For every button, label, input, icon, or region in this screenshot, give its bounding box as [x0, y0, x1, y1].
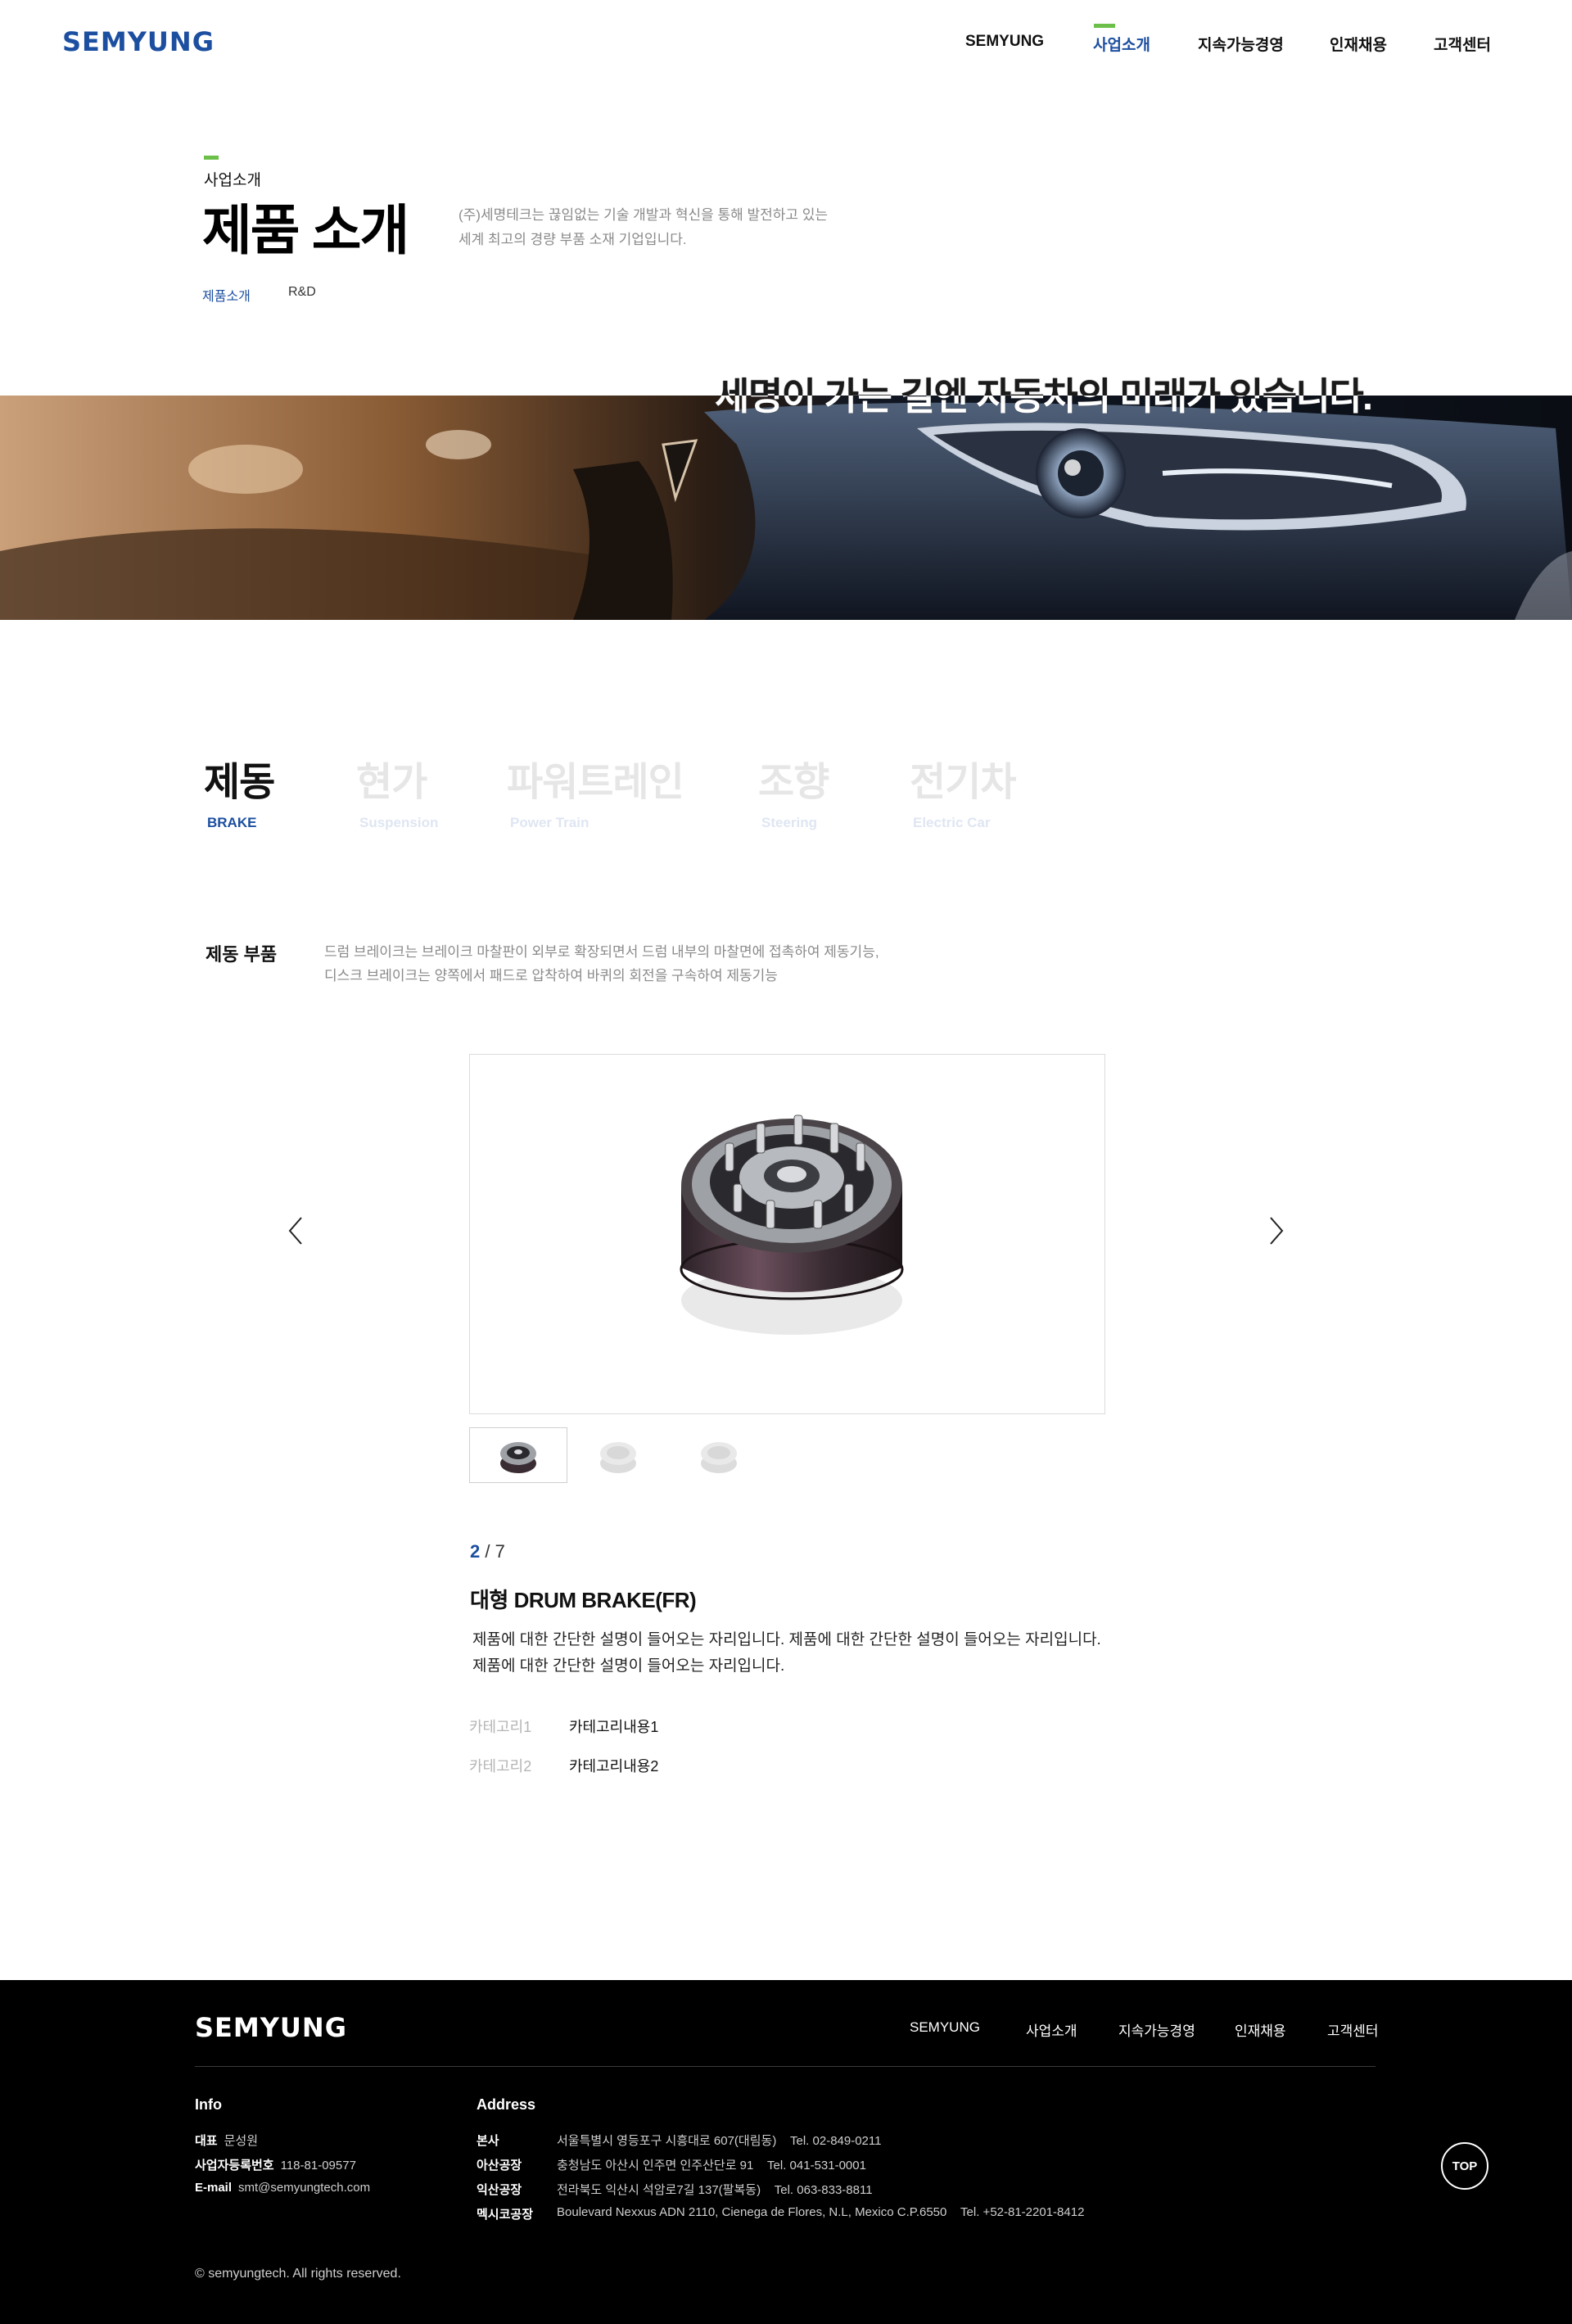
page-title: 제품 소개 [202, 200, 409, 260]
spec-label: 카테고리1 [469, 1719, 532, 1735]
nav-item-recruit[interactable]: 인재채용 [1330, 33, 1387, 55]
category-tab-en: BRAKE [207, 815, 257, 830]
copyright: © semyungtech. All rights reserved. [195, 2267, 401, 2281]
footer-info-title: Info [195, 2096, 222, 2113]
spec-label: 카테고리2 [469, 1758, 532, 1775]
footer-email: E-mail smt@semyungtech.com [195, 2181, 370, 2195]
eyebrow-accent [204, 156, 219, 160]
hero-banner [0, 396, 1572, 620]
subtab-products[interactable]: 제품소개 [202, 285, 251, 305]
category-tab-brake[interactable]: 제동 BRAKE [204, 749, 275, 831]
car-headlight-image [0, 396, 1572, 620]
category-tab-powertrain[interactable]: 파워트레인 Power Train [507, 749, 684, 831]
address-value: 전라북도 익산시 석암로7길 137(팔복동) Tel. 063-833-881… [557, 2181, 873, 2198]
scroll-top-button[interactable]: TOP [1441, 2142, 1488, 2190]
nav-item-business[interactable]: 사업소개 [1093, 33, 1150, 55]
subtab-rnd[interactable]: R&D [288, 285, 316, 300]
section-title: 제동 부품 [206, 944, 278, 965]
address-value: 서울특별시 영등포구 시흥대로 607(대림동) Tel. 02-849-021… [557, 2132, 881, 2149]
address-text: Boulevard Nexxus ADN 2110, Cienega de Fl… [557, 2205, 947, 2219]
product-name: 대형 DRUM BRAKE(FR) [470, 1588, 697, 1612]
pager-current: 2 [470, 1541, 481, 1562]
address-text: 충청남도 아산시 인주면 인주산단로 91 [557, 2159, 754, 2173]
product-description: 제품에 대한 간단한 설명이 들어오는 자리입니다. 제품에 대한 간단한 설명… [472, 1631, 1101, 1675]
address-label: 멕시코공장 [477, 2208, 534, 2222]
footer-email-label: E-mail [195, 2181, 233, 2195]
section-description-line: 디스크 브레이크는 양쪽에서 패드로 압착하여 바퀴의 회전을 구속하여 제동기… [324, 968, 778, 983]
footer-email-value[interactable]: smt@semyungtech.com [238, 2181, 370, 2195]
address-label: 본사 [477, 2134, 499, 2148]
footer-divider [195, 2066, 1376, 2067]
footer-ceo-label: 대표 [195, 2134, 218, 2148]
banner-slogan-overlap: 세명이 가는 길엔 자동차의 미래가 있습니다. [715, 367, 1371, 396]
prev-arrow-icon[interactable] [283, 1214, 308, 1247]
pager-total: / 7 [485, 1541, 505, 1562]
active-nav-indicator [1094, 24, 1115, 28]
product-image-frame [469, 1054, 1105, 1414]
product-thumbnail[interactable] [469, 1427, 567, 1483]
slide-pager: 2 / 7 [470, 1541, 505, 1562]
section-description: 드럼 브레이크는 브레이크 마찰판이 외부로 확장되면서 드럼 내부의 마찰면에… [324, 940, 897, 988]
address-tel: Tel. 063-833-8811 [774, 2183, 873, 2197]
address-label: 익산공장 [477, 2183, 522, 2197]
footer-ceo: 대표 문성원 [195, 2132, 258, 2149]
address-tel: Tel. 02-849-0211 [790, 2134, 882, 2148]
spec-value: 카테고리내용1 [569, 1719, 659, 1735]
footer-nav-business[interactable]: 사업소개 [1026, 2019, 1077, 2040]
footer-nav-semyung[interactable]: SEMYUNG [910, 2019, 980, 2036]
site-logo[interactable]: SEMYUNG [62, 26, 215, 57]
category-tab-ko: 조향 [758, 761, 829, 804]
page-description-line: 세계 최고의 경량 부품 소재 기업입니다. [458, 232, 687, 247]
category-tab-en: Power Train [510, 815, 590, 830]
address-value: Boulevard Nexxus ADN 2110, Cienega de Fl… [557, 2205, 1084, 2219]
thumbnail-drum-brake-icon [600, 1442, 636, 1473]
category-tab-en: Suspension [359, 815, 439, 830]
category-tab-suspension[interactable]: 현가 Suspension [356, 749, 438, 831]
nav-item-semyung[interactable]: SEMYUNG [965, 33, 1044, 51]
category-tab-electric[interactable]: 전기차 Electric Car [910, 749, 1016, 831]
footer-nav-customer[interactable]: 고객센터 [1327, 2019, 1379, 2040]
footer-logo[interactable]: SEMYUNG [195, 2012, 347, 2043]
thumbnail-drum-brake-icon [500, 1442, 536, 1473]
address-tel: Tel. +52-81-2201-8412 [960, 2205, 1085, 2219]
category-tab-en: Electric Car [913, 815, 991, 830]
footer-bizno: 사업자등록번호 118-81-09577 [195, 2156, 356, 2173]
footer-address-title: Address [477, 2096, 536, 2113]
address-text: 전라북도 익산시 석암로7길 137(팔복동) [557, 2183, 761, 2197]
footer-nav-recruit[interactable]: 인재채용 [1235, 2019, 1286, 2040]
product-thumbnail[interactable] [670, 1427, 768, 1483]
footer-nav-sustainability[interactable]: 지속가능경영 [1118, 2019, 1195, 2040]
address-tel: Tel. 041-531-0001 [767, 2159, 866, 2173]
drum-brake-image [680, 1115, 904, 1335]
address-text: 서울특별시 영등포구 시흥대로 607(대림동) [557, 2134, 777, 2148]
section-description-line: 드럼 브레이크는 브레이크 마찰판이 외부로 확장되면서 드럼 내부의 마찰면에… [324, 944, 879, 960]
category-tab-en: Steering [761, 815, 818, 830]
thumbnail-drum-brake-icon [701, 1442, 737, 1473]
page-description: (주)세명테크는 끊임없는 기술 개발과 혁신을 통해 발전하고 있는 세계 최… [458, 203, 884, 252]
next-arrow-icon[interactable] [1264, 1214, 1289, 1247]
nav-item-customer[interactable]: 고객센터 [1434, 33, 1491, 55]
address-value: 충청남도 아산시 인주면 인주산단로 91 Tel. 041-531-0001 [557, 2156, 866, 2173]
category-tab-ko: 제동 [204, 761, 275, 804]
footer-bizno-label: 사업자등록번호 [195, 2159, 274, 2173]
category-tab-ko: 현가 [356, 761, 427, 804]
category-tab-steering[interactable]: 조향 Steering [758, 749, 829, 831]
category-tab-ko: 파워트레인 [507, 761, 684, 804]
category-tab-ko: 전기차 [910, 761, 1016, 804]
footer-bizno-value: 118-81-09577 [280, 2159, 356, 2173]
nav-item-sustainability[interactable]: 지속가능경영 [1198, 33, 1284, 55]
spec-value: 카테고리내용2 [569, 1758, 659, 1775]
product-thumbnail[interactable] [569, 1427, 667, 1483]
page-description-line: (주)세명테크는 끊임없는 기술 개발과 혁신을 통해 발전하고 있는 [458, 207, 829, 223]
footer-ceo-value: 문성원 [224, 2134, 259, 2148]
address-label: 아산공장 [477, 2159, 522, 2173]
